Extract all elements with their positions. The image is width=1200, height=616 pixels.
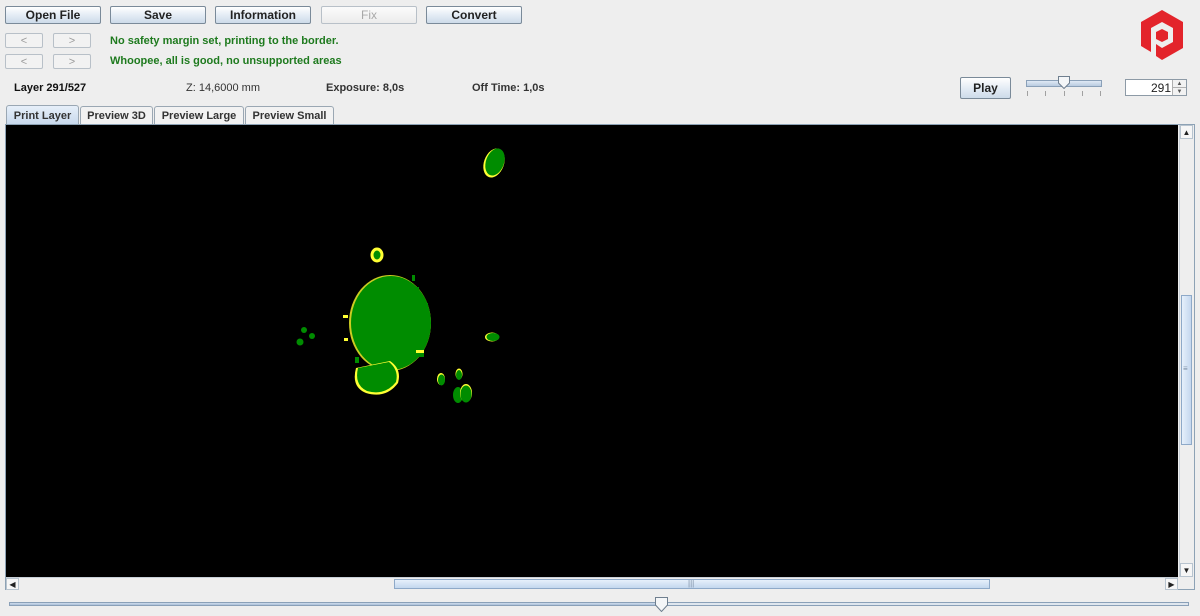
layer-slider-thumb[interactable] (654, 597, 668, 613)
unsupported-areas-message: Whoopee, all is good, no unsupported are… (110, 55, 342, 67)
scroll-right-icon[interactable]: ▶ (1165, 578, 1178, 590)
layer-canvas[interactable] (6, 125, 1178, 577)
save-button[interactable]: Save (110, 6, 206, 24)
message-1-next-button[interactable]: > (53, 33, 91, 48)
speed-slider-ticks (1026, 91, 1102, 97)
vertical-scrollbar[interactable]: ▲ ≡ ▼ (1179, 125, 1193, 577)
message-2-next-button[interactable]: > (53, 54, 91, 69)
layer-island (485, 332, 500, 342)
layer-spinner-value[interactable]: 291 (1151, 81, 1171, 95)
speed-slider[interactable] (1026, 76, 1102, 100)
layer-island (370, 247, 384, 263)
layer-slider[interactable] (9, 597, 1189, 613)
spinner-down-icon[interactable]: ▼ (1172, 87, 1186, 95)
speed-slider-thumb[interactable] (1058, 76, 1070, 90)
scroll-left-icon[interactable]: ◀ (6, 578, 19, 590)
layer-indicator: Layer 291/527 (14, 82, 87, 94)
exposure-time: Exposure: 8,0s (326, 82, 405, 94)
horizontal-scroll-thumb[interactable]: ||| (394, 579, 990, 589)
scroll-down-icon[interactable]: ▼ (1180, 563, 1193, 577)
layer-island (483, 148, 505, 178)
layer-island (296, 338, 304, 346)
grip-icon: ≡ (1183, 364, 1188, 373)
safety-margin-message: No safety margin set, printing to the bo… (110, 35, 339, 47)
horizontal-scrollbar[interactable]: ◀ ||| ▶ (6, 577, 1178, 590)
layer-slider-fill (9, 602, 661, 606)
play-button[interactable]: Play (960, 77, 1011, 99)
layer-island (455, 368, 463, 380)
layer-spinner[interactable]: 291 ▲ ▼ (1125, 79, 1187, 96)
layer-island (309, 333, 315, 339)
tab-preview-3d[interactable]: Preview 3D (80, 106, 153, 124)
message-2-prev-button[interactable]: < (5, 54, 43, 69)
fix-button[interactable]: Fix (321, 6, 417, 24)
vertical-scroll-thumb[interactable]: ≡ (1181, 295, 1192, 445)
layer-island (301, 327, 307, 333)
tab-print-layer[interactable]: Print Layer (6, 105, 79, 125)
tab-preview-large[interactable]: Preview Large (154, 106, 244, 124)
spinner-up-icon[interactable]: ▲ (1172, 80, 1186, 87)
information-button[interactable]: Information (215, 6, 311, 24)
grip-icon: ||| (688, 579, 695, 588)
z-height: Z: 14,6000 mm (186, 82, 260, 94)
scroll-up-icon[interactable]: ▲ (1180, 125, 1193, 139)
app-logo-icon (1137, 8, 1187, 62)
layer-island (437, 373, 445, 386)
message-1-prev-button[interactable]: < (5, 33, 43, 48)
off-time: Off Time: 1,0s (472, 82, 545, 94)
open-file-button[interactable]: Open File (5, 6, 101, 24)
layer-island (453, 384, 472, 403)
tab-preview-small[interactable]: Preview Small (245, 106, 334, 124)
layer-main-body (343, 275, 431, 395)
convert-button[interactable]: Convert (426, 6, 522, 24)
